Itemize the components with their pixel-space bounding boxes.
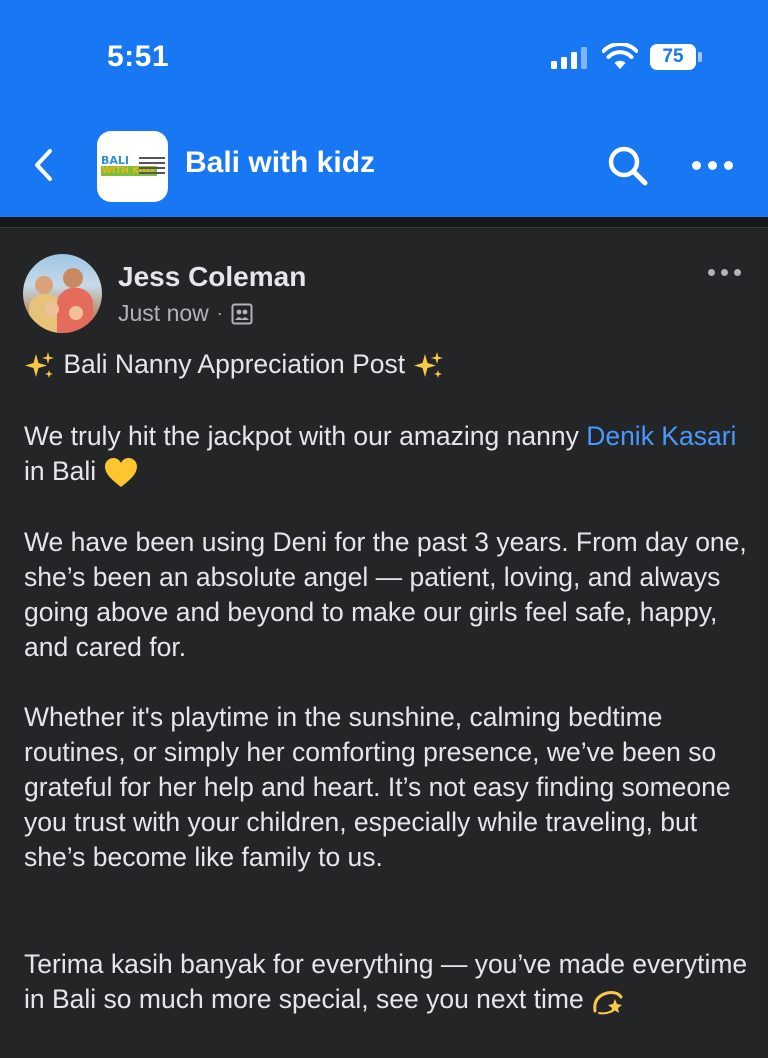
sparkles-icon — [25, 352, 54, 378]
group-title[interactable]: Bali with kidz — [185, 146, 375, 180]
paragraph4-text: Terima kasih banyak for everything — you… — [24, 949, 748, 1014]
post-paragraph-2: We have been using Deni for the past 3 y… — [24, 527, 747, 662]
author-name[interactable]: Jess Coleman — [118, 261, 306, 293]
group-audience-icon — [231, 303, 253, 324]
author-avatar[interactable] — [23, 254, 102, 333]
post-paragraph-4: Terima kasih banyak for everything — you… — [24, 947, 754, 1017]
post-title-line: Bali Nanny Appreciation Post — [24, 347, 754, 382]
logo-text-top: BALI — [101, 154, 129, 167]
dizzy-star-icon — [593, 991, 623, 1015]
post-options-icon[interactable] — [708, 268, 742, 278]
post-timestamp[interactable]: Just now — [118, 300, 209, 327]
post-meta: Just now · — [118, 300, 253, 327]
yellow-heart-icon — [104, 458, 137, 487]
wifi-icon — [602, 43, 638, 69]
group-logo[interactable]: BALI WITH KIDZ — [97, 131, 168, 202]
search-icon[interactable] — [606, 144, 650, 188]
status-time: 5:51 — [107, 40, 170, 73]
more-icon[interactable] — [692, 158, 736, 172]
post-title: Bali Nanny Appreciation Post — [63, 349, 406, 379]
battery-level: 75 — [650, 44, 696, 70]
meta-separator: · — [216, 303, 223, 323]
cellular-signal-icon — [551, 47, 589, 69]
post-paragraph-1: We truly hit the jackpot with our amazin… — [24, 419, 754, 489]
back-chevron-icon[interactable] — [28, 145, 60, 185]
paragraph1-text-after: in Bali — [24, 456, 97, 486]
mention-link[interactable]: Denik Kasari — [586, 421, 736, 451]
battery-icon: 75 — [650, 44, 702, 70]
app-header: 5:51 75 BALI WITH KIDZ Bali with kidz — [0, 0, 768, 217]
post-paragraph-3: Whether it's playtime in the sunshine, c… — [24, 702, 731, 872]
sparkles-icon — [413, 352, 443, 378]
paragraph1-text-before: We truly hit the jackpot with our amazin… — [24, 421, 587, 451]
divider — [0, 217, 768, 228]
